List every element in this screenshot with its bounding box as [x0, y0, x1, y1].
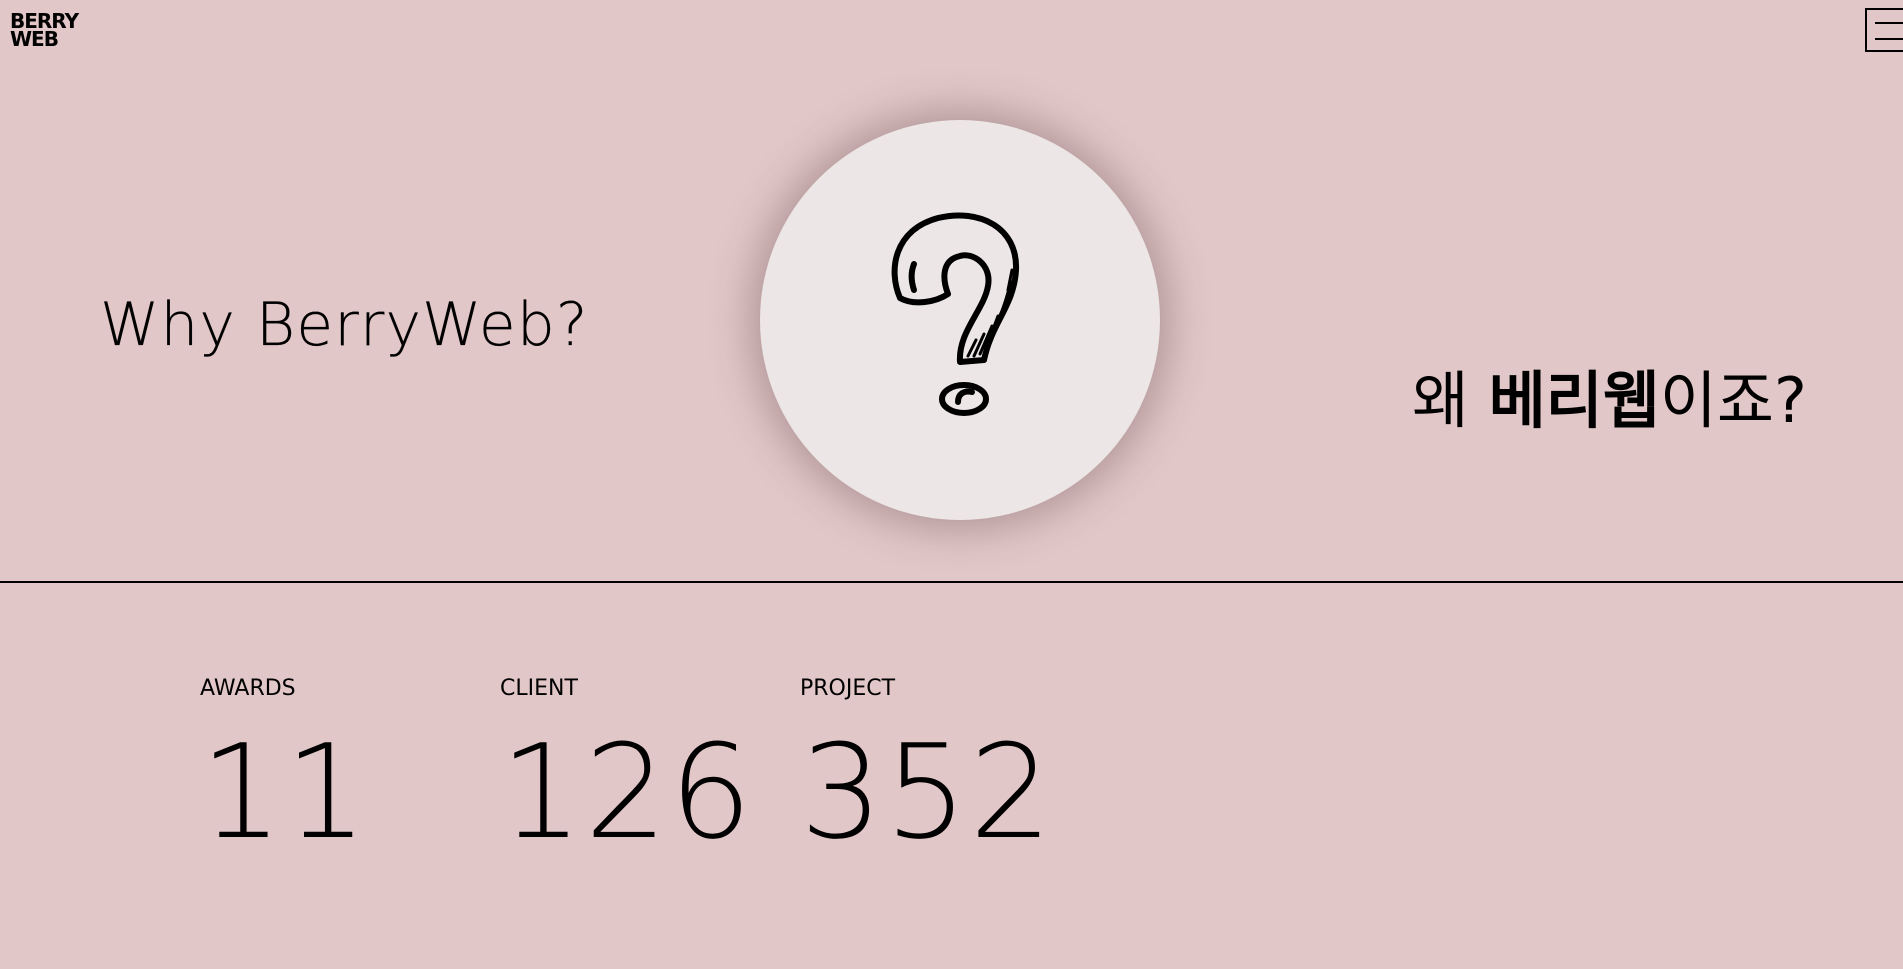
stat-value: 126	[500, 716, 755, 868]
hero-title-korean-suffix: 이죠?	[1659, 364, 1807, 437]
stat-project: PROJECT 352	[800, 676, 1054, 857]
page: BERRY WEB Why BerryWeb? 왜 베리웹이죠? AWARDS …	[0, 0, 1903, 969]
stat-value: 11	[200, 716, 370, 868]
hero-title-korean-brand: 베리웹	[1488, 364, 1660, 437]
section-divider	[0, 581, 1903, 583]
hero-title-english: Why BerryWeb?	[100, 290, 589, 360]
question-mark-icon	[891, 212, 1020, 416]
stat-label: AWARDS	[200, 676, 296, 701]
hamburger-menu-icon	[1875, 22, 1903, 24]
stat-label: CLIENT	[500, 676, 578, 701]
stat-label: PROJECT	[800, 676, 896, 701]
stat-awards: AWARDS 11	[200, 676, 369, 857]
hero-title-korean-prefix: 왜	[1412, 364, 1489, 437]
hamburger-menu-icon-bar	[1875, 38, 1903, 40]
stat-client: CLIENT 126	[500, 676, 754, 857]
question-circle	[760, 120, 1160, 520]
stat-value: 352	[800, 716, 1055, 868]
logo[interactable]: BERRY WEB	[10, 11, 79, 49]
menu-button[interactable]	[1865, 8, 1903, 52]
hero-title-korean: 왜 베리웹이죠?	[1412, 350, 1807, 440]
